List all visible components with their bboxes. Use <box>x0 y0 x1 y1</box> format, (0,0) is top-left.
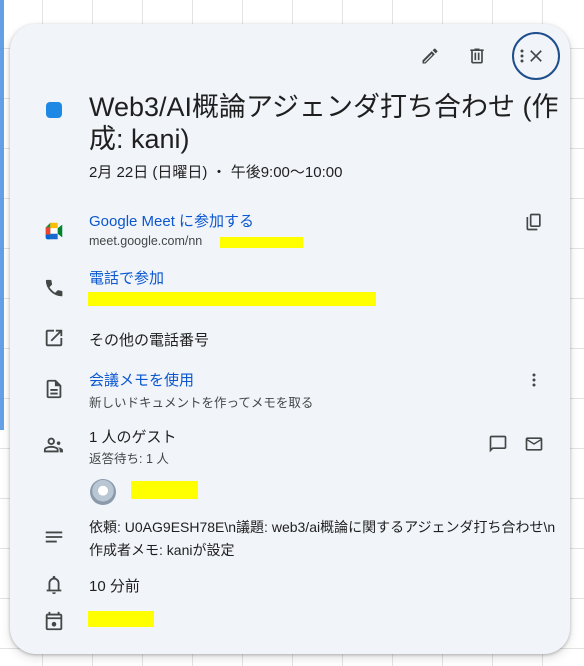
event-color-chip <box>46 102 62 118</box>
mail-icon <box>525 437 543 451</box>
bell-icon <box>42 573 66 597</box>
reminder-text: 10 分前 <box>89 578 140 595</box>
description-icon <box>42 525 66 549</box>
redaction-mark <box>88 611 154 627</box>
popup-toolbar <box>370 24 570 84</box>
more-phone-numbers-link[interactable]: その他の電話番号 <box>89 329 209 350</box>
background-accent <box>0 0 4 430</box>
copy-icon <box>526 213 541 231</box>
guest-avatar[interactable] <box>90 479 116 505</box>
guest-response-status: 返答待ち: 1 人 <box>89 452 169 466</box>
people-icon <box>42 433 66 457</box>
document-icon <box>42 377 66 401</box>
open-in-new-icon <box>42 326 66 350</box>
trash-icon <box>470 48 484 64</box>
use-meeting-notes-link[interactable]: 会議メモを使用 <box>89 369 194 390</box>
guest-count: 1 人のゲスト <box>89 429 177 446</box>
google-meet-url: meet.google.com/nn <box>89 234 203 248</box>
redaction-mark <box>88 292 376 306</box>
more-vert-icon <box>532 373 536 387</box>
copy-meet-link-button[interactable] <box>516 204 552 240</box>
chat-icon <box>489 435 507 453</box>
edit-button[interactable] <box>412 38 448 74</box>
event-date: 2月 22日 (日曜日) ・ 午後9:00～10:00 <box>89 164 343 181</box>
meeting-notes-sub: 新しいドキュメントを作ってメモを取る <box>89 396 314 410</box>
redaction-mark <box>131 481 198 499</box>
redaction-mark <box>220 237 303 248</box>
calendar-icon <box>42 609 66 633</box>
chat-guests-button[interactable] <box>480 426 516 462</box>
close-icon <box>530 50 542 62</box>
event-description: 依頼: U0AG9ESH78E\n議題: web3/ai概論に関するアジェンダ打… <box>89 519 556 558</box>
event-title: Web3/AI概論アジェンダ打ち合わせ (作成: kani) <box>89 92 559 154</box>
delete-button[interactable] <box>459 38 495 74</box>
google-meet-join-link[interactable]: Google Meet に参加する <box>89 210 254 231</box>
pencil-icon <box>422 48 438 64</box>
close-button[interactable] <box>512 32 560 80</box>
notes-more-button[interactable] <box>516 362 552 398</box>
event-details-popup: Web3/AI概論アジェンダ打ち合わせ (作成: kani) 2月 22日 (日… <box>10 24 570 654</box>
email-guests-button[interactable] <box>516 426 552 462</box>
phone-icon <box>42 276 66 300</box>
google-meet-icon <box>42 219 66 243</box>
phone-join-link[interactable]: 電話で参加 <box>89 267 164 288</box>
